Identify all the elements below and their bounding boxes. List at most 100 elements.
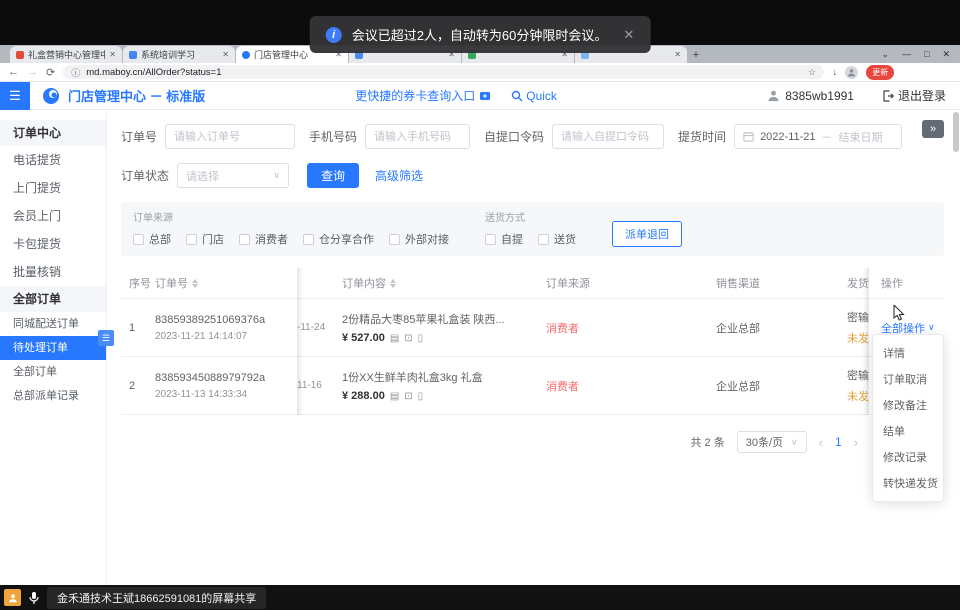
checkbox-self-pickup[interactable]: 自提: [485, 231, 523, 247]
window-close-button[interactable]: ✕: [942, 49, 950, 60]
sort-icon[interactable]: [192, 279, 198, 288]
filter-row-1: 订单号 手机号码 自提口令码 提货时间 2022-11-21 － 结束日期: [121, 124, 944, 149]
pickup-code-input[interactable]: [552, 124, 664, 149]
collapse-panel-button[interactable]: »: [922, 120, 944, 138]
sidebar-item-card-pickup[interactable]: 卡包提货: [0, 230, 106, 258]
sidebar-item-batch-verify[interactable]: 批量核销: [0, 258, 106, 286]
header-content[interactable]: 订单内容: [342, 275, 532, 291]
logout-label: 退出登录: [898, 87, 946, 104]
checkbox-icon: [133, 234, 144, 245]
checkbox-external[interactable]: 外部对接: [389, 231, 449, 247]
sidebar-toggle-button[interactable]: ☰: [98, 330, 114, 346]
checkbox-delivery[interactable]: 送货: [538, 231, 576, 247]
dispatch-return-button[interactable]: 派单退回: [612, 221, 682, 247]
date-end-placeholder: 结束日期: [839, 129, 883, 145]
filter-row-2: 订单状态 请选择 ∨ 查询 高级筛选: [121, 163, 944, 188]
menu-item-close-order[interactable]: 结单: [873, 418, 943, 444]
checkbox-hq[interactable]: 总部: [133, 231, 171, 247]
page-size-select[interactable]: 30条/页 ∨: [737, 431, 807, 453]
order-source-label: 订单来源: [133, 209, 449, 224]
image-icon: ▤: [390, 333, 399, 344]
order-number: 83859345088979792a: [155, 372, 289, 384]
row-index: 2: [121, 380, 155, 392]
checkbox-store[interactable]: 门店: [186, 231, 224, 247]
tab-search-icon[interactable]: ⌄: [881, 49, 889, 60]
user-account[interactable]: 8385wb1991: [767, 89, 854, 103]
browser-tab[interactable]: 礼盒营销中心管理中心 ✕: [10, 46, 122, 63]
scrollbar-thumb[interactable]: [953, 112, 959, 152]
order-source-tag: 消费者: [546, 323, 579, 335]
date-separator: －: [822, 129, 833, 145]
menu-toggle-button[interactable]: ☰: [0, 82, 30, 110]
chevron-down-icon: ∨: [928, 322, 935, 333]
logout-button[interactable]: 退出登录: [882, 87, 946, 104]
downloads-icon[interactable]: ↓: [832, 67, 837, 78]
advanced-filter-link[interactable]: 高级筛选: [375, 167, 423, 184]
header-order-no[interactable]: 订单号: [155, 275, 297, 291]
menu-item-cancel-order[interactable]: 订单取消: [873, 366, 943, 392]
checkbox-warehouse-share[interactable]: 仓分享合作: [303, 231, 374, 247]
quick-search-link[interactable]: Quick: [511, 89, 557, 103]
date-range-picker[interactable]: 2022-11-21 － 结束日期: [734, 124, 902, 149]
tab-close-icon[interactable]: ✕: [222, 50, 229, 59]
forward-icon[interactable]: →: [27, 66, 38, 78]
pickup-time-clipped: -11-24: [297, 322, 342, 333]
tab-close-icon[interactable]: ✕: [674, 50, 681, 59]
sidebar-item-hq-dispatch-records[interactable]: 总部派单记录: [0, 384, 106, 408]
back-icon[interactable]: ←: [8, 66, 19, 78]
site-info-icon[interactable]: ⓘ: [71, 66, 80, 79]
table-row: 1 83859389251069376a 2023-11-21 14:14:07…: [121, 299, 944, 357]
search-button[interactable]: 查询: [307, 163, 359, 188]
menu-item-express-ship[interactable]: 转快递发货: [873, 470, 943, 496]
order-status-select[interactable]: 请选择 ∨: [177, 163, 289, 188]
date-start-value: 2022-11-21: [760, 131, 815, 143]
checkbox-consumer[interactable]: 消费者: [239, 231, 288, 247]
menu-item-detail[interactable]: 详情: [873, 340, 943, 366]
next-page-button[interactable]: ›: [854, 435, 858, 450]
new-tab-button[interactable]: +: [688, 46, 704, 63]
sidebar-item-member-visit[interactable]: 会员上门: [0, 202, 106, 230]
microphone-icon: [28, 591, 40, 605]
menu-item-edit-note[interactable]: 修改备注: [873, 392, 943, 418]
reload-icon[interactable]: ⟳: [46, 66, 55, 79]
pickup-time-label: 提货时间: [678, 128, 726, 145]
calendar-icon: [743, 131, 754, 142]
sidebar-item-city-delivery-orders[interactable]: 同城配送订单: [0, 312, 106, 336]
coupon-query-entry-link[interactable]: 更快捷的券卡查询入口: [355, 87, 491, 104]
sidebar-section-order-center[interactable]: 订单中心: [0, 120, 106, 146]
phone-input[interactable]: [365, 124, 470, 149]
sidebar-item-pending-orders[interactable]: 待处理订单: [0, 336, 106, 360]
main-content: » 订单号 手机号码 自提口令码 提货时间 2022-11-21 －: [107, 110, 960, 585]
order-status-placeholder: 请选择: [186, 168, 219, 184]
browser-update-menu-button[interactable]: 更新: [866, 65, 894, 80]
order-no-input[interactable]: [165, 124, 295, 149]
sidebar-item-door-pickup[interactable]: 上门提货: [0, 174, 106, 202]
row-index: 1: [121, 322, 155, 334]
window-maximize-button[interactable]: □: [924, 49, 929, 59]
mouse-cursor: [893, 305, 907, 326]
browser-profile-avatar[interactable]: [845, 66, 858, 79]
table-row: 2 83859345088979792a 2023-11-13 14:33:34…: [121, 357, 944, 415]
sidebar-section-all-orders[interactable]: 全部订单: [0, 286, 106, 312]
browser-tab[interactable]: 系统培训学习 ✕: [123, 46, 235, 63]
prev-page-button[interactable]: ‹: [819, 435, 823, 450]
current-page[interactable]: 1: [835, 435, 842, 449]
menu-item-edit-history[interactable]: 修改记录: [873, 444, 943, 470]
tab-close-icon[interactable]: ✕: [109, 50, 116, 59]
order-source-tag: 消费者: [546, 381, 579, 393]
window-minimize-button[interactable]: —: [902, 49, 911, 59]
sidebar-item-phone-pickup[interactable]: 电话提货: [0, 146, 106, 174]
sidebar-item-all-orders[interactable]: 全部订单: [0, 360, 106, 384]
order-source-panel: 订单来源 总部 门店 消费者 仓分享合作 外部对接 送货方式 自提 送货 派单退…: [121, 202, 944, 256]
checkbox-icon: [303, 234, 314, 245]
bookmark-star-icon[interactable]: ☆: [808, 67, 816, 78]
image-icon: ▤: [390, 391, 399, 402]
checkbox-icon: [389, 234, 400, 245]
ship-info-clipped: 密输: [847, 367, 869, 383]
toast-close-icon[interactable]: ✕: [623, 27, 634, 43]
phone-icon: ▯: [418, 333, 424, 344]
table-header-row: 序号 订单号 订单内容 订单来源 销售渠道 发货 操作: [121, 268, 944, 299]
sort-icon[interactable]: [390, 279, 396, 288]
address-bar[interactable]: ⓘ md.maboy.cn/AllOrder?status=1 ☆: [63, 65, 824, 79]
tab-favicon-icon: [129, 51, 137, 59]
